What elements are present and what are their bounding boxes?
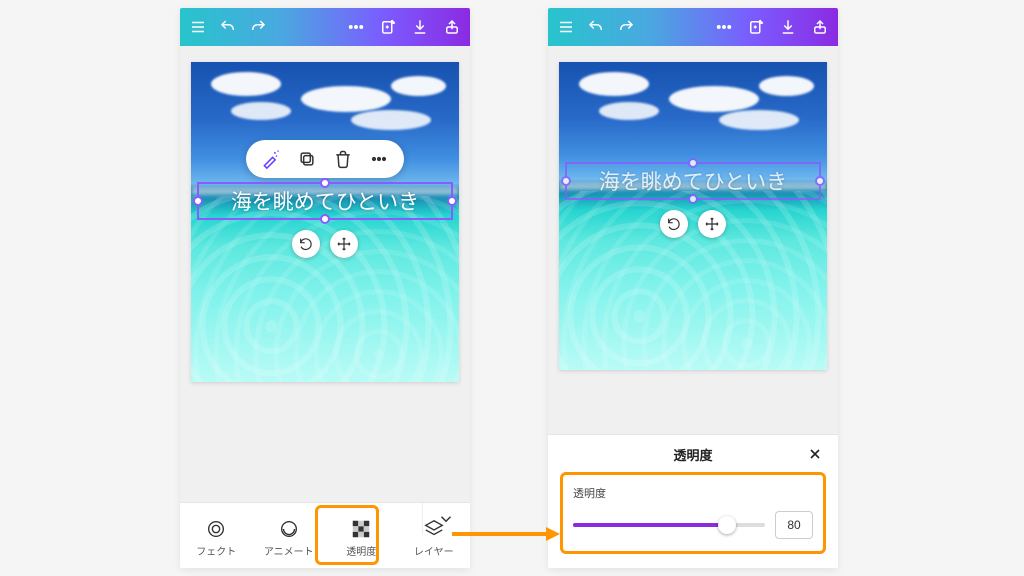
more-icon[interactable] <box>714 17 734 37</box>
tool-opacity[interactable]: 透明度 <box>325 514 398 558</box>
top-toolbar <box>180 8 470 46</box>
tool-label: アニメート <box>264 543 314 558</box>
share-icon[interactable] <box>810 17 830 37</box>
menu-icon[interactable] <box>556 17 576 37</box>
text-content: 海を眺めてひといき <box>599 166 787 196</box>
download-icon[interactable] <box>410 17 430 37</box>
phone-screen-right: 海を眺めてひといき 透明度 透明度 <box>548 8 838 568</box>
bottom-tool-row: フェクト アニメート 透明度 レイヤー <box>180 502 470 568</box>
tool-label: フェクト <box>196 543 236 558</box>
resize-handle-left[interactable] <box>561 176 571 186</box>
tool-animate[interactable]: アニメート <box>253 514 326 558</box>
phone-screen-left: 海を眺めてひといき フェクト アニメート <box>180 8 470 568</box>
menu-icon[interactable] <box>188 17 208 37</box>
canvas-area: 海を眺めてひといき <box>180 46 470 502</box>
close-panel-button[interactable] <box>804 443 826 465</box>
resize-handle-top[interactable] <box>320 178 330 188</box>
undo-icon[interactable] <box>586 17 606 37</box>
tool-label: レイヤー <box>414 543 454 558</box>
duplicate-icon[interactable] <box>296 148 318 170</box>
rotate-icon[interactable] <box>292 230 320 258</box>
more-options-icon[interactable] <box>368 148 390 170</box>
collapse-toolbar-button[interactable] <box>422 503 468 535</box>
resize-handle-top[interactable] <box>688 158 698 168</box>
selection-context-menu <box>246 140 404 178</box>
opacity-value-input[interactable]: 80 <box>775 511 813 539</box>
text-content: 海を眺めてひといき <box>231 186 419 216</box>
top-toolbar <box>548 8 838 46</box>
add-page-icon[interactable] <box>378 17 398 37</box>
slider-thumb[interactable] <box>718 516 736 534</box>
resize-handle-bottom[interactable] <box>320 214 330 224</box>
selected-text-element[interactable]: 海を眺めてひといき <box>197 182 453 220</box>
opacity-slider[interactable] <box>573 516 765 534</box>
edit-magic-icon[interactable] <box>260 148 282 170</box>
design-canvas[interactable]: 海を眺めてひといき <box>191 62 459 382</box>
highlight-box-opacity-slider: 透明度 80 <box>560 472 826 554</box>
element-floating-controls <box>660 210 726 238</box>
move-icon[interactable] <box>330 230 358 258</box>
opacity-panel: 透明度 透明度 80 <box>548 434 838 568</box>
delete-icon[interactable] <box>332 148 354 170</box>
redo-icon[interactable] <box>616 17 636 37</box>
share-icon[interactable] <box>442 17 462 37</box>
slider-label: 透明度 <box>573 485 813 501</box>
resize-handle-left[interactable] <box>193 196 203 206</box>
move-icon[interactable] <box>698 210 726 238</box>
resize-handle-bottom[interactable] <box>688 194 698 204</box>
design-canvas[interactable]: 海を眺めてひといき <box>559 62 827 370</box>
rotate-icon[interactable] <box>660 210 688 238</box>
download-icon[interactable] <box>778 17 798 37</box>
element-floating-controls <box>292 230 358 258</box>
panel-title: 透明度 <box>673 445 712 464</box>
selected-text-element[interactable]: 海を眺めてひといき <box>565 162 821 200</box>
undo-icon[interactable] <box>218 17 238 37</box>
more-icon[interactable] <box>346 17 366 37</box>
add-page-icon[interactable] <box>746 17 766 37</box>
redo-icon[interactable] <box>248 17 268 37</box>
resize-handle-right[interactable] <box>815 176 825 186</box>
tool-effect[interactable]: フェクト <box>180 514 253 558</box>
resize-handle-right[interactable] <box>447 196 457 206</box>
tool-label: 透明度 <box>346 543 376 558</box>
canvas-area: 海を眺めてひといき <box>548 46 838 434</box>
